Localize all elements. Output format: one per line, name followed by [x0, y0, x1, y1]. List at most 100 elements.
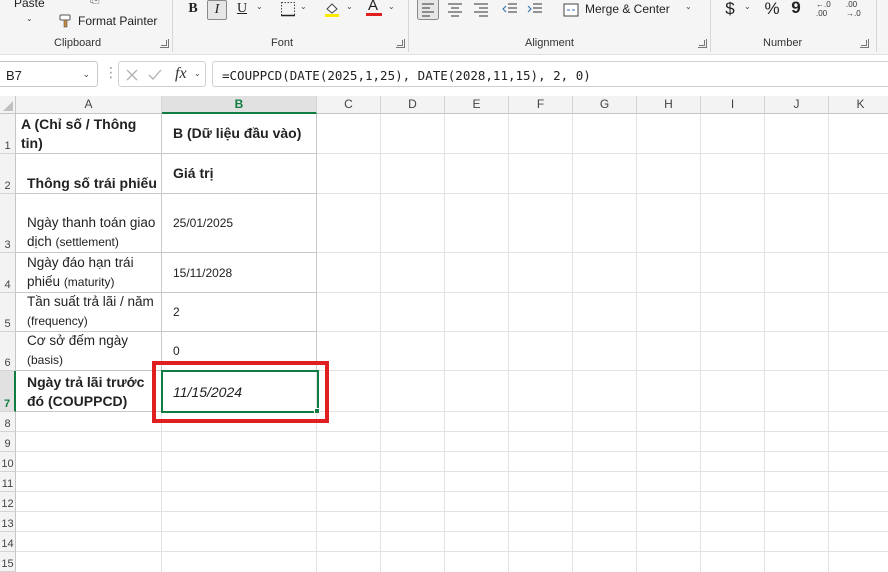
borders-icon[interactable]: [280, 1, 296, 17]
ribbon-separator: [408, 0, 409, 52]
select-all-triangle-icon: [3, 101, 13, 111]
column-header-j[interactable]: J: [765, 96, 829, 114]
font-color-swatch: [366, 13, 382, 16]
currency-dropdown-icon[interactable]: ⌄: [744, 2, 751, 11]
row-header-13[interactable]: 13: [0, 512, 16, 532]
fill-color-dropdown-icon[interactable]: ⌄: [346, 2, 353, 11]
paste-button[interactable]: Paste: [14, 0, 45, 10]
cell-a5[interactable]: Tần suất trả lãi / năm (frequency): [16, 293, 162, 332]
cell-a2[interactable]: Thông số trái phiếu: [16, 154, 162, 194]
cell-a3[interactable]: Ngày thanh toán giao dịch (settlement): [16, 194, 162, 253]
increase-indent-icon[interactable]: [527, 1, 543, 17]
column-header-h[interactable]: H: [637, 96, 701, 114]
row-header-11[interactable]: 11: [0, 472, 16, 492]
column-header-g[interactable]: G: [573, 96, 637, 114]
font-color-dropdown-icon[interactable]: ⌄: [388, 2, 395, 11]
alignment-group-label: Alignment: [525, 37, 574, 49]
formula-input[interactable]: =COUPPCD(DATE(2025,1,25), DATE(2028,11,1…: [212, 61, 888, 87]
merge-dropdown-icon[interactable]: ⌄: [685, 2, 692, 11]
row-header-2[interactable]: 2: [0, 154, 16, 194]
align-center-icon[interactable]: [447, 1, 463, 17]
row-header-14[interactable]: 14: [0, 532, 16, 552]
column-header-a[interactable]: A: [16, 96, 162, 114]
cell-a1-text: A (Chỉ số / Thông tin): [21, 116, 137, 151]
gridline: [16, 551, 888, 552]
column-header-i[interactable]: I: [701, 96, 765, 114]
cell-b4[interactable]: 15/11/2028: [162, 253, 317, 293]
row-header-15[interactable]: 15: [0, 552, 16, 572]
percent-button[interactable]: %: [762, 0, 782, 19]
row-header-4[interactable]: 4: [0, 253, 16, 293]
row-header-6[interactable]: 6: [0, 332, 16, 371]
italic-button[interactable]: I: [207, 0, 227, 20]
column-header-e[interactable]: E: [445, 96, 509, 114]
clipboard-group-label: Clipboard: [54, 37, 102, 49]
formula-bar: B7 ⌄ ⋮ fx ⌄ =COUPPCD(DATE(2025,1,25), DA…: [0, 60, 888, 88]
align-left-icon[interactable]: [417, 0, 439, 20]
borders-dropdown-icon[interactable]: ⌄: [300, 2, 307, 11]
row-header-1[interactable]: 1: [0, 114, 16, 154]
gridline: [16, 451, 888, 452]
cell-b3[interactable]: 25/01/2025: [162, 194, 317, 253]
select-all-corner[interactable]: [0, 96, 16, 114]
worksheet-grid[interactable]: A B C D E F G H I J K 1 2 3 4 5 6 7 8 9 …: [0, 96, 888, 572]
cell-b1[interactable]: B (Dữ liệu đầu vào): [162, 114, 317, 154]
row-header-label: 10: [1, 458, 14, 470]
copy-icon[interactable]: ⎘: [90, 0, 100, 7]
underline-dropdown-icon[interactable]: ⌄: [256, 2, 263, 11]
row-header-label: 3: [4, 239, 11, 251]
fill-color-icon[interactable]: [323, 0, 341, 18]
font-launcher-icon[interactable]: [396, 39, 405, 48]
row-header-8[interactable]: 8: [0, 412, 16, 432]
insert-function-icon[interactable]: fx: [175, 65, 187, 83]
number-launcher-icon[interactable]: [860, 39, 869, 48]
currency-button[interactable]: $: [722, 0, 738, 19]
function-dropdown-icon[interactable]: ⌄: [194, 69, 201, 78]
format-painter-label: Format Painter: [78, 14, 158, 28]
column-header-c[interactable]: C: [317, 96, 381, 114]
name-box[interactable]: B7 ⌄: [0, 61, 98, 87]
row-header-5[interactable]: 5: [0, 293, 16, 332]
cell-a6[interactable]: Cơ sở đếm ngày (basis): [16, 332, 162, 371]
bold-button[interactable]: B: [184, 0, 202, 18]
gridline: [636, 114, 637, 572]
cell-a7[interactable]: Ngày trả lãi trước đó (COUPPCD): [16, 371, 162, 412]
cell-a4[interactable]: Ngày đáo hạn trái phiếu (maturity): [16, 253, 162, 293]
row-header-7[interactable]: 7: [0, 371, 16, 412]
column-header-k[interactable]: K: [829, 96, 888, 114]
row-header-12[interactable]: 12: [0, 492, 16, 512]
cell-a6-text: Cơ sở đếm ngày (basis): [27, 332, 157, 370]
font-group-label: Font: [271, 37, 294, 49]
column-header-d[interactable]: D: [381, 96, 445, 114]
row-header-3[interactable]: 3: [0, 194, 16, 253]
increase-decimal-button[interactable]: ←.0 .00: [816, 0, 836, 20]
ribbon: Paste ⌄ ⎘ Format Painter Clipboard B I U…: [0, 0, 888, 55]
row-header-10[interactable]: 10: [0, 452, 16, 472]
row-header-label: 9: [4, 438, 11, 450]
decrease-indent-icon[interactable]: [502, 1, 518, 17]
cell-a1[interactable]: A (Chỉ số / Thông tin): [16, 114, 162, 154]
cell-b4-text: 15/11/2028: [173, 265, 233, 280]
merge-center-button[interactable]: Merge & Center ⌄: [563, 0, 701, 20]
decrease-decimal-button[interactable]: .00 →.0: [846, 0, 866, 20]
format-painter-button[interactable]: Format Painter: [58, 12, 162, 30]
row-header-label: 1: [4, 140, 11, 152]
column-header-f[interactable]: F: [509, 96, 573, 114]
cancel-icon[interactable]: [125, 68, 139, 82]
font-color-button[interactable]: A: [366, 0, 382, 17]
align-right-icon[interactable]: [473, 1, 489, 17]
clipboard-launcher-icon[interactable]: [160, 39, 169, 48]
enter-icon[interactable]: [147, 68, 163, 82]
cell-b5[interactable]: 2: [162, 293, 317, 332]
more-options-icon[interactable]: ⋮: [104, 64, 118, 81]
column-header-b[interactable]: B: [162, 96, 317, 114]
alignment-launcher-icon[interactable]: [698, 39, 707, 48]
name-box-dropdown-icon[interactable]: ⌄: [82, 69, 90, 80]
row-header-9[interactable]: 9: [0, 432, 16, 452]
gridline: [16, 431, 888, 432]
paste-dropdown-icon[interactable]: ⌄: [26, 14, 33, 23]
cell-b2[interactable]: Giá trị: [162, 154, 317, 194]
comma-style-button[interactable]: 9: [790, 0, 802, 18]
underline-button[interactable]: U: [234, 0, 250, 18]
gridline: [572, 114, 573, 572]
